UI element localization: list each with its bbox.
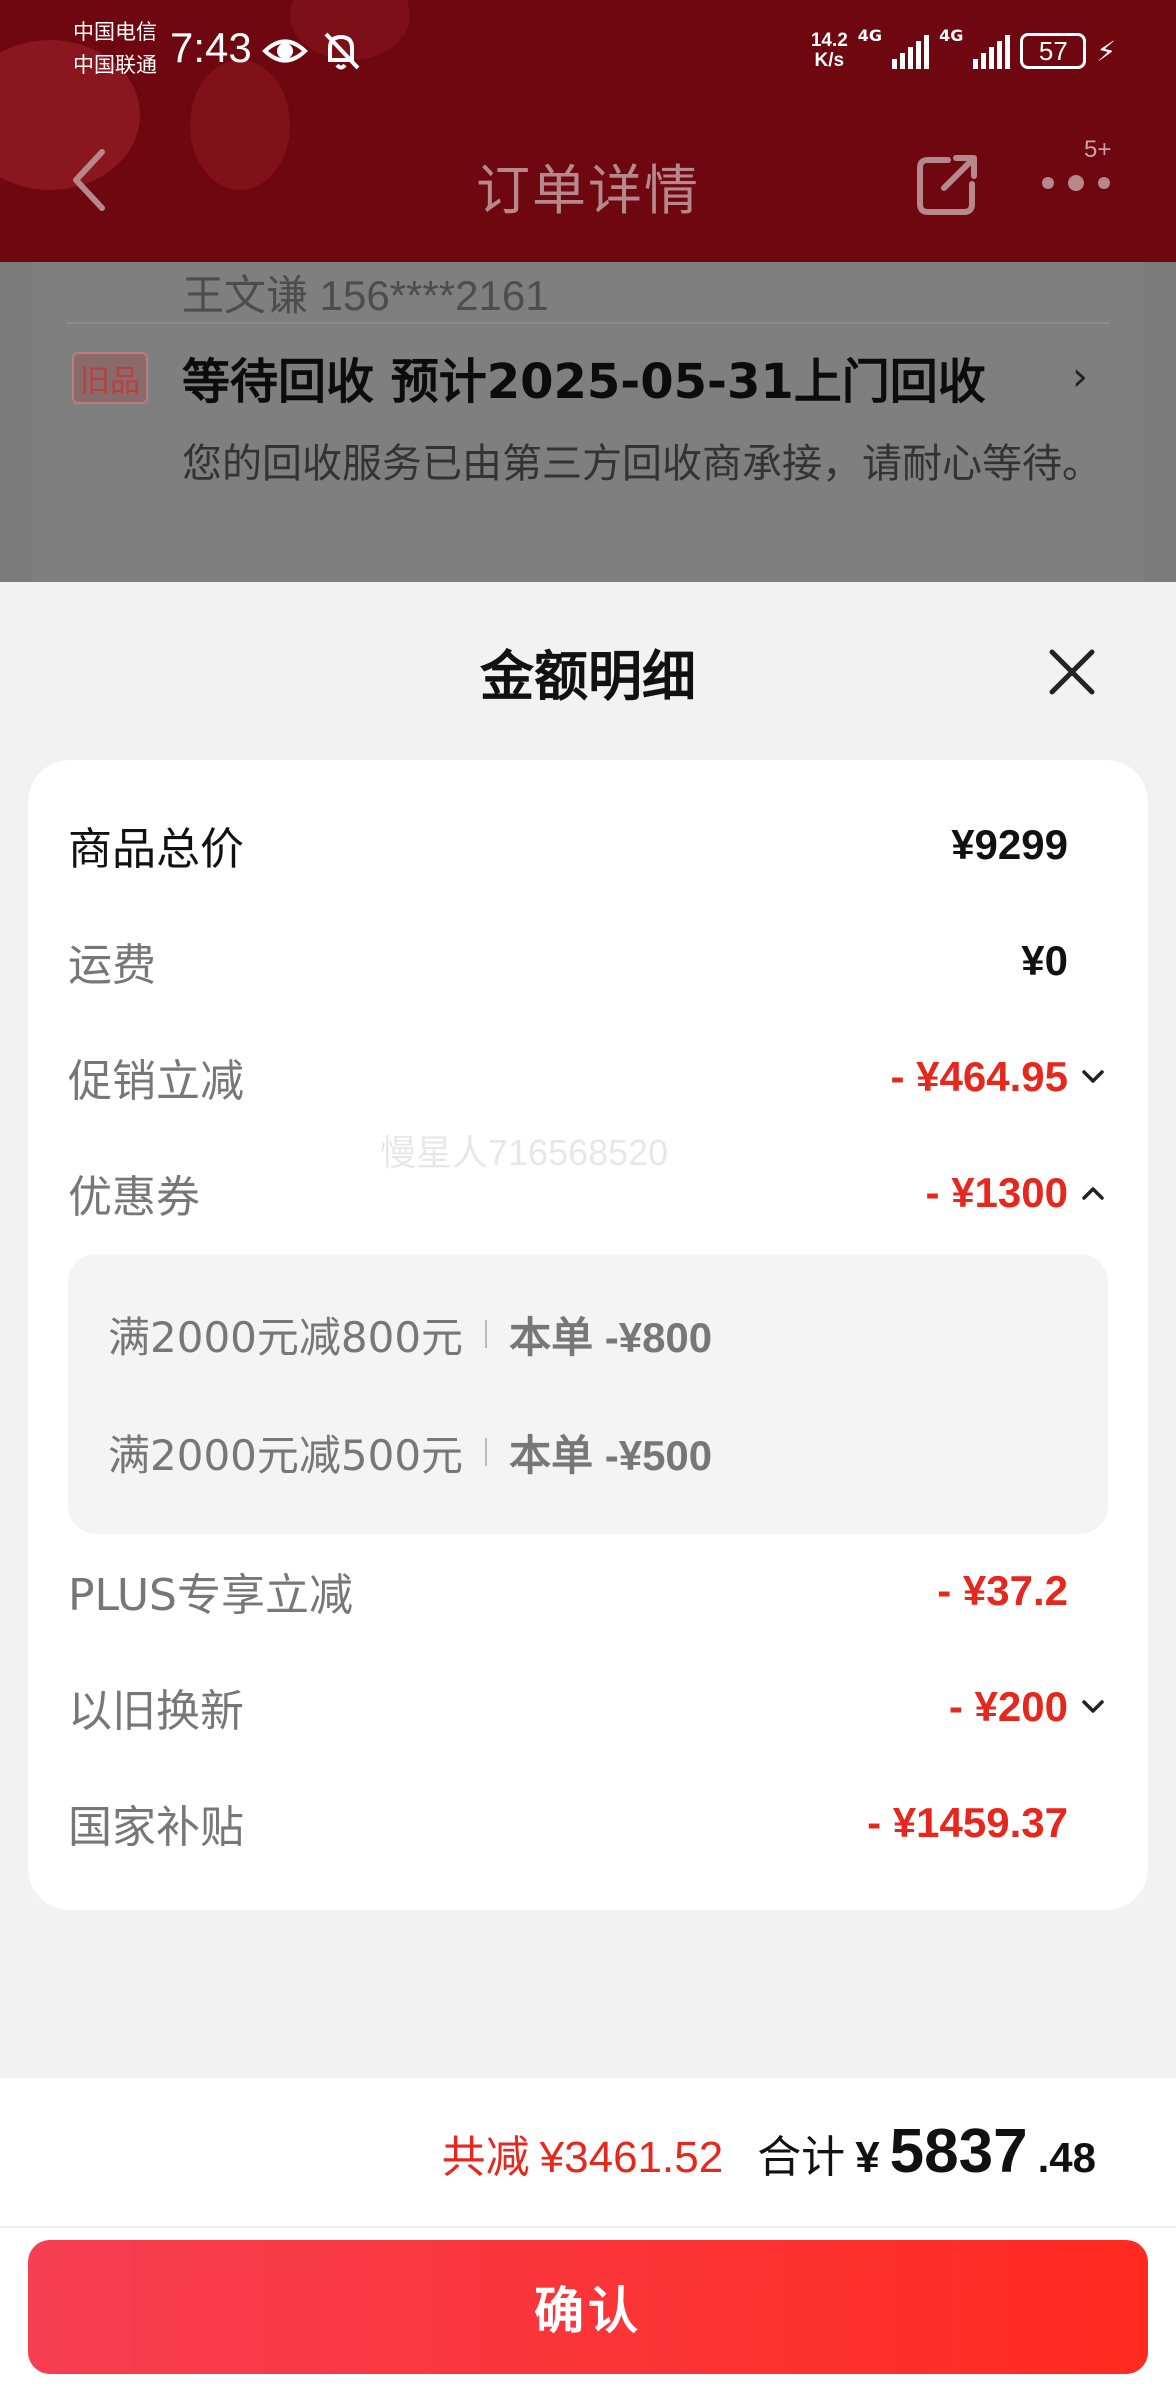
separator [485,1438,488,1466]
coupon-label: 优惠券 [68,1172,200,1223]
row-national-subsidy: 国家补贴 - ¥1459.37 [68,1788,1108,1858]
order-detail-background: 王文谦 156****2161 旧品 等待回收 预计2025-05-31上门回收… [0,262,1176,582]
national-subsidy-value: - ¥1459.37 [867,1799,1068,1846]
separator [485,1320,488,1348]
confirm-button[interactable]: 确认 [28,2240,1148,2374]
promotion-label: 促销立减 [68,1056,244,1107]
coupon-value: - ¥1300 [925,1169,1068,1216]
chevron-down-icon[interactable] [1078,1692,1108,1722]
plus-discount-value: - ¥37.2 [937,1567,1068,1614]
trade-in-label: 以旧换新 [68,1686,244,1737]
row-coupon[interactable]: 优惠券 - ¥1300 [68,1158,1108,1228]
total-label: 合计 [757,2132,846,2183]
row-item-total: 商品总价 ¥9299 [68,810,1108,880]
row-promotion[interactable]: 促销立减 - ¥464.95 [68,1042,1108,1112]
carrier-info: 中国电信 中国联通 [73,16,157,82]
chevron-up-icon[interactable] [1078,1178,1108,1208]
trade-in-value: - ¥200 [948,1683,1068,1730]
row-plus-discount: PLUS专享立减 - ¥37.2 [68,1556,1108,1626]
coupon-applied: 本单 -¥500 [509,1431,713,1479]
total-amount-integer: 5837 [889,2117,1028,2186]
carrier-1: 中国电信 [73,20,157,44]
item-total-value: ¥9299 [951,821,1068,868]
message-count-badge: 5+ [1084,136,1112,163]
coupon-item: 满2000元减800元 本单 -¥800 [108,1304,712,1364]
coupon-desc: 满2000元减500元 [108,1430,464,1480]
shipping-value: ¥0 [1021,937,1068,984]
charging-icon: ⚡ [1096,34,1116,68]
recycle-description: 您的回收服务已由第三方回收商承接，请耐心等待。 [182,441,1102,487]
saved-amount: ¥3461.52 [539,2133,724,2182]
coupon-item: 满2000元减500元 本单 -¥500 [108,1422,712,1482]
recipient-contact: 王文谦 156****2161 [182,272,549,319]
recycle-status[interactable]: 等待回收 预计2025-05-31上门回收 [182,342,986,412]
signal-1-icon [892,33,930,69]
battery-icon: 57 [1020,33,1087,69]
shipping-label: 运费 [68,940,156,991]
coupon-breakdown: 满2000元减800元 本单 -¥800 满2000元减500元 本单 -¥50… [68,1254,1108,1534]
promotion-value: - ¥464.95 [890,1053,1068,1100]
chevron-down-icon[interactable] [1078,1062,1108,1092]
sheet-title: 金额明细 [480,645,696,708]
eye-icon [262,39,308,63]
coupon-applied: 本单 -¥800 [509,1313,713,1361]
page-title: 订单详情 [476,159,700,222]
total-summary: 共减 ¥3461.52 合计 ¥5837.48 [442,2116,1096,2196]
total-amount-decimal: .48 [1037,2134,1096,2181]
divider [0,2226,1176,2228]
signal-2-icon [973,33,1011,69]
row-shipping: 运费 ¥0 [68,926,1108,996]
network-speed: 14.2 K/s [810,30,848,71]
old-item-tag: 旧品 [72,352,148,404]
national-subsidy-label: 国家补贴 [68,1802,244,1853]
signal-1-label: 4G [857,26,883,45]
signal-2-label: 4G [939,26,964,45]
item-total-label: 商品总价 [68,824,244,875]
coupon-desc: 满2000元减800元 [108,1312,464,1362]
saved-label: 共减 [441,2132,530,2183]
close-icon[interactable] [1040,640,1104,704]
status-indicators: 14.2 K/s 4G 4G 57 ⚡ [811,26,1116,76]
bell-muted-icon [324,32,360,70]
row-trade-in[interactable]: 以旧换新 - ¥200 [68,1672,1108,1742]
status-time: 7:43 [170,24,252,71]
plus-discount-label: PLUS专享立减 [68,1570,353,1621]
share-icon[interactable] [912,150,982,220]
battery-level: 57 [1038,35,1068,66]
top-app-bar: 中国电信 中国联通 7:43 14.2 K/s 4G 4G 57 ⚡ 订单详情 [0,0,1176,262]
divider [66,322,1110,324]
total-currency: ¥ [855,2133,880,2182]
chevron-right-icon: › [1072,354,1088,400]
carrier-2: 中国联通 [73,53,157,77]
